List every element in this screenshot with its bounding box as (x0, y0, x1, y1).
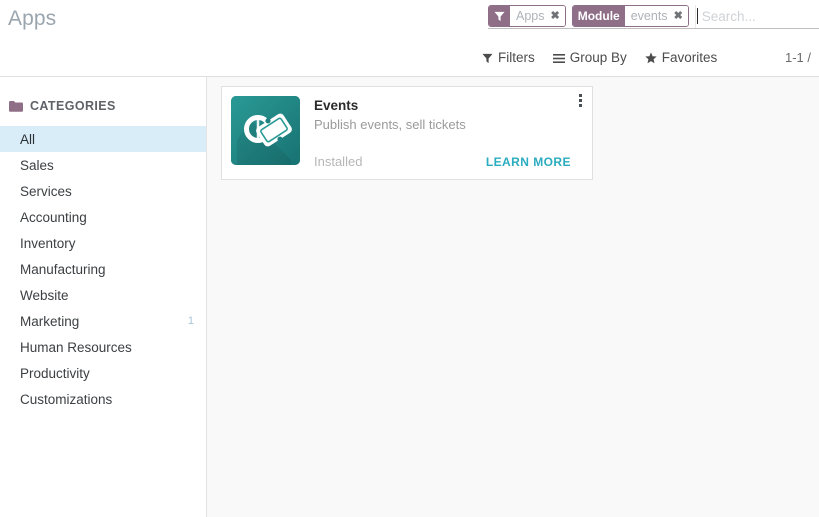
sidebar-item-customizations[interactable]: Customizations (0, 386, 206, 412)
card-menu-icon[interactable] (573, 90, 587, 110)
sidebar-item-human-resources[interactable]: Human Resources (0, 334, 206, 360)
filters-menu-button[interactable]: Filters (482, 51, 535, 65)
sidebar-item-label: Manufacturing (20, 261, 106, 277)
facet-value: Apps ✖ (510, 6, 565, 26)
favorites-menu-button[interactable]: Favorites (645, 50, 718, 66)
app-card-footer: Installed LEARN MORE (314, 154, 583, 169)
sidebar-item-label: Productivity (20, 365, 90, 381)
sidebar-item-label: Services (20, 183, 72, 199)
sidebar-item-accounting[interactable]: Accounting (0, 204, 206, 230)
filter-icon (489, 6, 510, 26)
control-panel: Apps Apps ✖ Module events ✖ Search... Fi… (0, 0, 819, 77)
app-summary: Publish events, sell tickets (314, 117, 466, 132)
facet-value-label: events (630, 9, 668, 23)
facet-head-label: Module (572, 6, 625, 26)
page-title: Apps (8, 7, 57, 30)
sidebar-item-all[interactable]: All (0, 126, 206, 152)
sidebar-item-productivity[interactable]: Productivity (0, 360, 206, 386)
events-ticket-icon (231, 96, 300, 165)
sidebar-item-badge: 1 (187, 315, 194, 327)
sidebar-item-inventory[interactable]: Inventory (0, 230, 206, 256)
sidebar-item-website[interactable]: Website (0, 282, 206, 308)
body-area: CATEGORIES All Sales Services Accounting (0, 77, 819, 517)
filters-menu-label: Filters (498, 50, 535, 66)
sidebar-item-manufacturing[interactable]: Manufacturing (0, 256, 206, 282)
sidebar-item-label: Sales (20, 157, 54, 173)
control-panel-bottom: Filters Group By Favorites 1-1 / (0, 42, 819, 74)
sidebar-item-label: Website (20, 287, 69, 303)
app-card-events[interactable]: Events Publish events, sell tickets Inst… (221, 86, 593, 180)
favorites-menu-label: Favorites (661, 50, 718, 66)
sidebar-item-marketing[interactable]: Marketing 1 (0, 308, 206, 334)
app-card-body: Events Publish events, sell tickets Inst… (300, 96, 583, 170)
sidebar-header-label: CATEGORIES (30, 99, 116, 113)
sidebar-header: CATEGORIES (0, 96, 206, 116)
sidebar-item-sales[interactable]: Sales (0, 152, 206, 178)
sidebar-category-list: All Sales Services Accounting Inventory (0, 126, 206, 412)
facet-remove-icon[interactable]: ✖ (674, 10, 683, 22)
sidebar-item-label: Marketing (20, 313, 80, 329)
star-icon (645, 52, 657, 64)
group-by-menu-label: Group By (569, 50, 627, 66)
sidebar-item-services[interactable]: Services (0, 178, 206, 204)
search-input[interactable] (697, 9, 819, 24)
search-input-wrapper[interactable] (694, 5, 819, 28)
filter-icon (482, 53, 493, 64)
sidebar-item-label: Inventory (20, 235, 76, 251)
folder-icon (9, 100, 23, 112)
list-icon (552, 53, 565, 64)
facet-value: events ✖ (624, 6, 688, 26)
pager[interactable]: 1-1 / (785, 50, 811, 65)
sidebar-item-label: Customizations (20, 391, 113, 407)
facet-value-label: Apps (516, 9, 545, 23)
search-view[interactable]: Apps ✖ Module events ✖ (488, 5, 819, 29)
kebab-dot (578, 103, 582, 107)
apps-kanban-content: Events Publish events, sell tickets Inst… (207, 77, 819, 517)
text-cursor (696, 8, 698, 24)
search-facet-module[interactable]: Module events ✖ (571, 5, 689, 27)
sidebar-item-label: All (20, 131, 36, 147)
sidebar-item-label: Human Resources (20, 339, 132, 355)
kebab-dot (578, 93, 582, 97)
apps-page: Apps Apps ✖ Module events ✖ Search... Fi… (0, 0, 819, 517)
control-panel-menus: Filters Group By Favorites (482, 42, 717, 74)
group-by-menu-button[interactable]: Group By (552, 50, 627, 66)
learn-more-link[interactable]: LEARN MORE (486, 155, 571, 169)
search-facet-apps[interactable]: Apps ✖ (488, 5, 566, 27)
kebab-dot (578, 98, 582, 102)
app-install-state: Installed (314, 154, 363, 169)
sidebar-item-label: Accounting (20, 209, 87, 225)
sidebar: CATEGORIES All Sales Services Accounting (0, 77, 207, 517)
app-name: Events (314, 98, 359, 113)
facet-remove-icon[interactable]: ✖ (551, 10, 560, 22)
